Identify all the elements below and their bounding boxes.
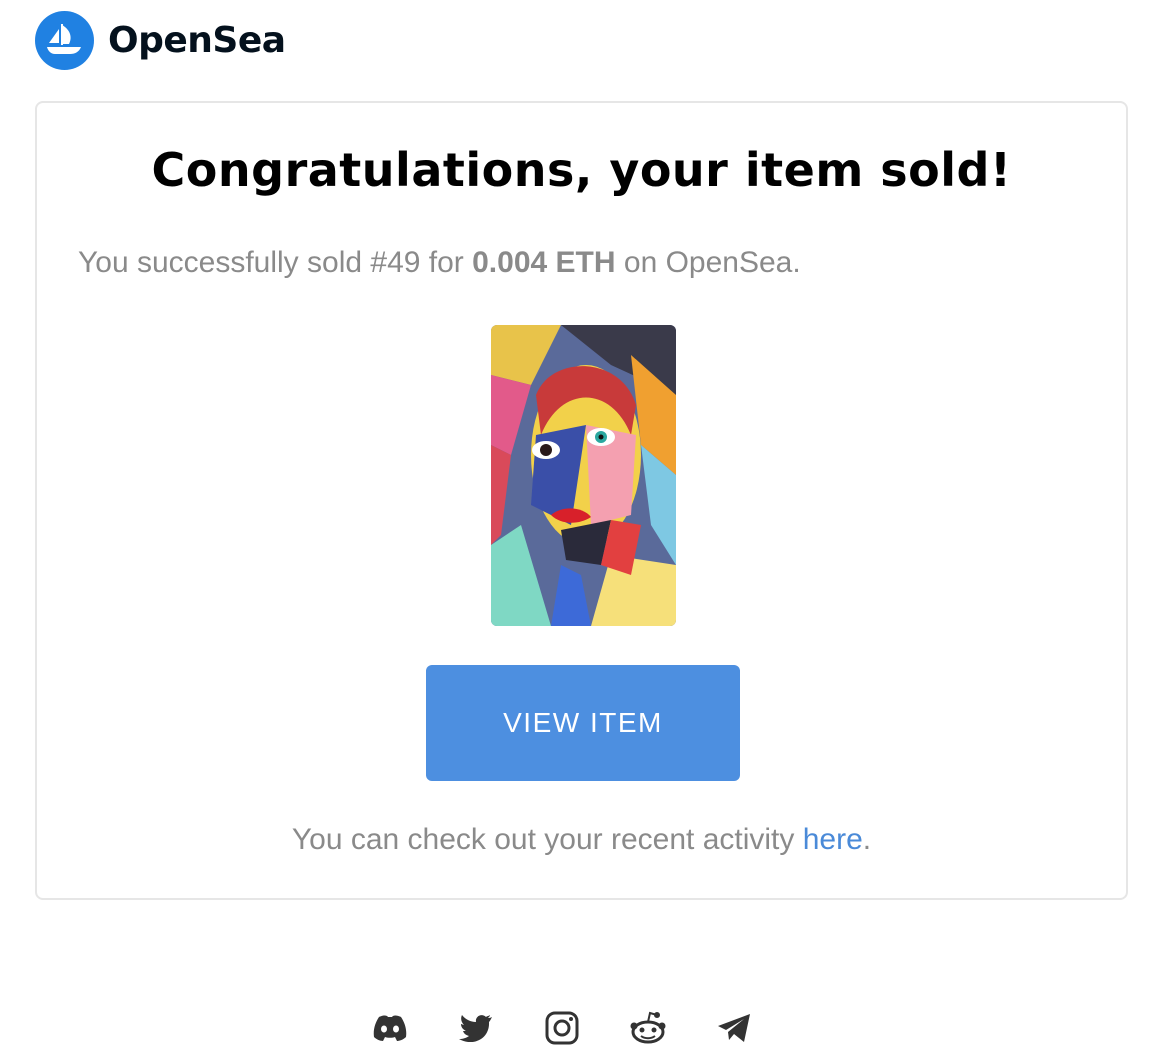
activity-here-link[interactable]: here (803, 823, 863, 856)
sold-suffix: on OpenSea. (615, 246, 801, 279)
reddit-icon[interactable] (628, 1008, 668, 1048)
view-item-button[interactable]: VIEW ITEM (426, 665, 740, 781)
nft-artwork-image[interactable] (491, 325, 676, 626)
brand-name[interactable]: OpenSea (108, 20, 286, 61)
activity-prefix: You can check out your recent activity (291, 823, 803, 856)
twitter-icon[interactable] (456, 1008, 496, 1048)
social-links (370, 1008, 754, 1048)
opensea-logo-icon[interactable] (35, 10, 94, 70)
card-title: Congratulations, your item sold! (151, 143, 1012, 197)
sold-price: 0.004 ETH (472, 246, 616, 279)
discord-icon[interactable] (370, 1008, 410, 1048)
sold-message: You successfully sold #49 for 0.004 ETH … (78, 246, 801, 280)
sold-prefix: You successfully sold #49 for (78, 246, 473, 279)
instagram-icon[interactable] (542, 1008, 582, 1048)
header: OpenSea (35, 10, 286, 70)
activity-message: You can check out your recent activity h… (37, 823, 1126, 857)
telegram-icon[interactable] (714, 1008, 754, 1048)
activity-suffix: . (862, 823, 872, 856)
sale-notification-card: Congratulations, your item sold! You suc… (35, 101, 1128, 900)
